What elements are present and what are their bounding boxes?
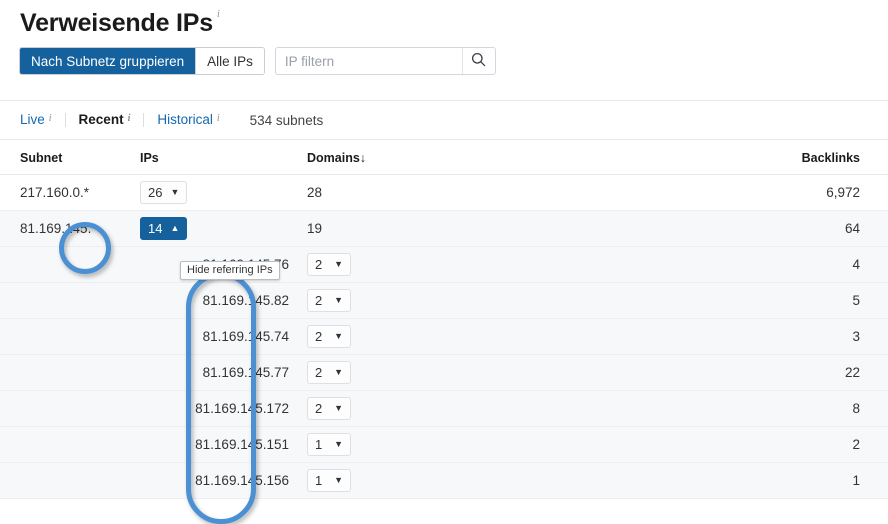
domains-dropdown-button[interactable]: 2 ▼ bbox=[307, 289, 351, 312]
column-header-subnet[interactable]: Subnet bbox=[20, 151, 140, 165]
chevron-down-icon: ▼ bbox=[334, 403, 343, 413]
cell-domains: 2 ▼ bbox=[307, 289, 740, 312]
cell-backlinks: 1 bbox=[852, 473, 860, 488]
cell-backlinks: 22 bbox=[844, 365, 860, 380]
cell-backlinks: 4 bbox=[852, 257, 860, 272]
domains-dropdown-button[interactable]: 2 ▼ bbox=[307, 253, 351, 276]
cell-subnet: 217.160.0.* bbox=[20, 185, 90, 200]
domains-count-value: 2 bbox=[315, 365, 323, 380]
subtab-historical-label: Historical bbox=[157, 112, 213, 127]
column-header-domains[interactable]: Domains↓ bbox=[307, 151, 740, 165]
chevron-down-icon: ▼ bbox=[334, 259, 343, 269]
domains-count-value: 2 bbox=[315, 293, 323, 308]
subtab-recent[interactable]: Recent i bbox=[66, 112, 144, 128]
cell-ip-address: 81.169.145.77 bbox=[202, 365, 289, 380]
subtab-historical[interactable]: Historical i bbox=[144, 112, 232, 128]
table-row[interactable]: 81.169.145.151 1 ▼ 2 bbox=[0, 427, 888, 463]
table-row[interactable]: 81.169.145.76 2 ▼ 4 bbox=[0, 247, 888, 283]
chevron-down-icon: ▼ bbox=[170, 187, 180, 197]
cell-subnet: 81.169.145.* bbox=[20, 221, 97, 236]
chevron-up-icon: ▲ bbox=[170, 223, 180, 233]
table-row[interactable]: 217.160.0.* 26 ▼ 28 6,972 bbox=[0, 175, 888, 211]
cell-ip-address: 81.169.145.156 bbox=[195, 473, 289, 488]
subnet-count-label: 534 subnets bbox=[249, 112, 324, 128]
cell-ips: 14 ▲ bbox=[140, 217, 307, 240]
ips-count-value: 14 bbox=[148, 221, 163, 236]
table-row[interactable]: 81.169.145.156 1 ▼ 1 bbox=[0, 463, 888, 499]
cell-domains: 1 ▼ bbox=[307, 433, 740, 456]
search-button[interactable] bbox=[461, 48, 495, 74]
cell-domains: 2 ▼ bbox=[307, 361, 740, 384]
toolbar: Nach Subnetz gruppieren Alle IPs bbox=[19, 47, 496, 75]
subtab-live-label: Live bbox=[20, 112, 45, 127]
ip-filter-input[interactable] bbox=[275, 48, 462, 74]
cell-ip-address: 81.169.145.74 bbox=[202, 329, 289, 344]
domains-dropdown-button[interactable]: 2 ▼ bbox=[307, 325, 351, 348]
chevron-down-icon: ▼ bbox=[334, 331, 343, 341]
ips-count-value: 26 bbox=[148, 185, 163, 200]
cell-ip-address: 81.169.145.151 bbox=[195, 437, 289, 452]
column-header-domains-label: Domains bbox=[307, 150, 360, 165]
chevron-down-icon: ▼ bbox=[334, 439, 343, 449]
cell-backlinks: 3 bbox=[852, 329, 860, 344]
cell-backlinks: 2 bbox=[852, 437, 860, 452]
table-row[interactable]: 81.169.145.82 2 ▼ 5 bbox=[0, 283, 888, 319]
table-row[interactable]: 81.169.145.74 2 ▼ 3 bbox=[0, 319, 888, 355]
info-icon[interactable]: i bbox=[49, 111, 52, 127]
page-title: Verweisende IPs bbox=[20, 9, 213, 37]
cell-domains: 2 ▼ bbox=[307, 253, 740, 276]
referring-ips-page: { "header": { "title": "Verweisende IPs"… bbox=[0, 0, 888, 524]
domains-count-value: 2 bbox=[315, 401, 323, 416]
ip-filter-box bbox=[274, 47, 496, 75]
domains-count-value: 1 bbox=[315, 473, 323, 488]
expand-ips-button[interactable]: 26 ▼ bbox=[140, 181, 188, 204]
domains-dropdown-button[interactable]: 1 ▼ bbox=[307, 469, 351, 492]
domains-dropdown-button[interactable]: 2 ▼ bbox=[307, 361, 351, 384]
domains-count-value: 2 bbox=[315, 329, 323, 344]
table-row[interactable]: 81.169.145.* 14 ▲ 19 64 bbox=[0, 211, 888, 247]
chevron-down-icon: ▼ bbox=[334, 295, 343, 305]
search-icon bbox=[471, 52, 486, 70]
cell-domains: 28 bbox=[307, 185, 323, 200]
table-row[interactable]: 81.169.145.172 2 ▼ 8 bbox=[0, 391, 888, 427]
domains-count-value: 1 bbox=[315, 437, 323, 452]
domains-dropdown-button[interactable]: 1 ▼ bbox=[307, 433, 351, 456]
subtab-recent-label: Recent bbox=[78, 112, 124, 127]
domains-count-value: 2 bbox=[315, 257, 323, 272]
sort-descending-icon: ↓ bbox=[359, 150, 367, 165]
cell-ips: 26 ▼ bbox=[140, 181, 307, 204]
info-icon[interactable]: i bbox=[217, 111, 220, 127]
view-mode-segmented-control: Nach Subnetz gruppieren Alle IPs bbox=[19, 47, 265, 75]
referring-ips-table: Subnet IPs Domains↓ Backlinks 217.160.0.… bbox=[0, 141, 888, 499]
group-by-subnet-button[interactable]: Nach Subnetz gruppieren bbox=[20, 48, 196, 74]
cell-backlinks: 64 bbox=[844, 221, 860, 236]
chevron-down-icon: ▼ bbox=[334, 475, 343, 485]
cell-ip-address: 81.169.145.82 bbox=[202, 293, 289, 308]
column-header-ips[interactable]: IPs bbox=[140, 151, 307, 165]
chevron-down-icon: ▼ bbox=[334, 367, 343, 377]
page-title-row: Verweisende IPs i bbox=[20, 8, 220, 38]
table-header-row: Subnet IPs Domains↓ Backlinks bbox=[0, 141, 888, 175]
cell-backlinks: 5 bbox=[852, 293, 860, 308]
cell-domains: 2 ▼ bbox=[307, 325, 740, 348]
info-icon[interactable]: i bbox=[128, 111, 131, 127]
hide-referring-ips-tooltip: Hide referring IPs bbox=[180, 261, 280, 280]
table-row[interactable]: 81.169.145.77 2 ▼ 22 bbox=[0, 355, 888, 391]
subtabs-bar: Live i Recent i Historical i 534 subnets bbox=[0, 100, 888, 140]
collapse-ips-button[interactable]: 14 ▲ bbox=[140, 217, 188, 240]
cell-domains: 19 bbox=[307, 221, 323, 236]
all-ips-button[interactable]: Alle IPs bbox=[196, 48, 264, 74]
cell-domains: 2 ▼ bbox=[307, 397, 740, 420]
subtab-live[interactable]: Live i bbox=[0, 112, 65, 128]
domains-dropdown-button[interactable]: 2 ▼ bbox=[307, 397, 351, 420]
info-icon[interactable]: i bbox=[217, 9, 220, 20]
cell-backlinks: 8 bbox=[852, 401, 860, 416]
cell-ip-address: 81.169.145.172 bbox=[195, 401, 289, 416]
cell-domains: 1 ▼ bbox=[307, 469, 740, 492]
cell-backlinks: 6,972 bbox=[826, 185, 860, 200]
column-header-backlinks[interactable]: Backlinks bbox=[740, 151, 860, 165]
